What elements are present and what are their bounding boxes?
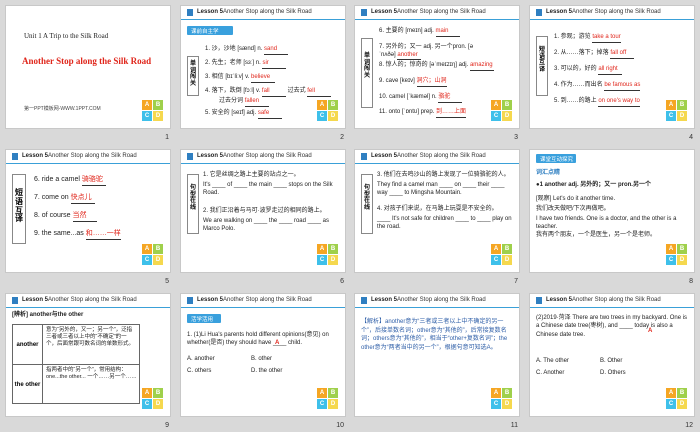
slide-number: 11 (510, 422, 518, 429)
slide-9: Lesson 5 Another Stop along the Silk Road… (5, 293, 171, 417)
section-banner: 课前自主学 (187, 26, 233, 35)
slide-number: 3 (514, 134, 518, 141)
slide-2: Lesson 5 Another Stop along the Silk Road… (180, 5, 346, 129)
section-banner: 活学活用 (187, 314, 221, 323)
slide-thumb-4[interactable]: Lesson 5 Another Stop along the Silk Road… (527, 3, 697, 141)
slide-5: Lesson 5 Another Stop along the Silk Road… (5, 149, 171, 273)
slide-number: 5 (165, 278, 169, 285)
slide-thumb-9[interactable]: Lesson 5 Another Stop along the Silk Road… (3, 291, 173, 429)
slide-3: Lesson 5 Another Stop along the Silk Road… (354, 5, 520, 129)
slide-thumb-12[interactable]: Lesson 5 Another Stop along the Silk Road… (527, 291, 697, 429)
slide-8: 课堂互动探究 词汇点睛 ●1 another adj. 另外的；又一 pron.… (529, 149, 695, 273)
side-label: 句型在线 (187, 174, 199, 234)
slide-number: 8 (689, 278, 693, 285)
lesson-title: Another Stop along the Silk Road (22, 56, 152, 66)
side-label: 单词闯关 (187, 56, 199, 96)
side-label: 短语互译 (536, 36, 548, 96)
lesson-topic: Another Stop along the Silk Road (223, 9, 312, 15)
side-label: 单词闯关 (361, 38, 373, 108)
slide-thumb-5[interactable]: Lesson 5 Another Stop along the Silk Road… (3, 147, 173, 285)
slide-grid: Unit 1 A Trip to the Silk Road Another S… (3, 3, 697, 429)
unit-title: Unit 1 A Trip to the Silk Road (24, 32, 109, 40)
slide-thumb-7[interactable]: Lesson 5 Another Stop along the Silk Road… (352, 147, 522, 285)
slide-7: Lesson 5 Another Stop along the Silk Road… (354, 149, 520, 273)
side-label: 短语互译 (12, 174, 26, 244)
slide-number: 4 (689, 134, 693, 141)
slide-thumb-2[interactable]: Lesson 5 Another Stop along the Silk Road… (178, 3, 348, 141)
slide-1: Unit 1 A Trip to the Silk Road Another S… (5, 5, 171, 129)
slide-6: Lesson 5 Another Stop along the Silk Road… (180, 149, 346, 273)
slide-11: Lesson 5 Another Stop along the Silk Road… (354, 293, 520, 417)
slide-number: 6 (340, 278, 344, 285)
side-label: 句型在线 (361, 174, 373, 234)
slide-thumb-1[interactable]: Unit 1 A Trip to the Silk Road Another S… (3, 3, 173, 141)
slide-number: 9 (165, 422, 169, 429)
slide-10: Lesson 5 Another Stop along the Silk Road… (180, 293, 346, 417)
compare-table: another 意为“另外的，又一；另一个”，泛指三者或三者以上中的“不确定”的… (12, 324, 140, 404)
slide-number: 12 (685, 422, 693, 429)
slide-thumb-6[interactable]: Lesson 5 Another Stop along the Silk Road… (178, 147, 348, 285)
slide-number: 2 (340, 134, 344, 141)
slide-4: Lesson 5 Another Stop along the Silk Road… (529, 5, 695, 129)
slide-number: 7 (514, 278, 518, 285)
slide-number: 1 (165, 134, 169, 141)
slide-thumb-10[interactable]: Lesson 5 Another Stop along the Silk Road… (178, 291, 348, 429)
abcd-blocks: ABCD (142, 100, 164, 122)
lesson-label: Lesson 5 (197, 9, 224, 15)
footer-text: 第一PPT模板网-WWW.1PPT.COM (24, 106, 101, 112)
section-banner: 课堂互动探究 (536, 154, 576, 163)
slide-number: 10 (336, 422, 344, 429)
slide-thumb-11[interactable]: Lesson 5 Another Stop along the Silk Road… (352, 291, 522, 429)
slide-thumb-8[interactable]: 课堂互动探究 词汇点睛 ●1 another adj. 另外的；又一 pron.… (527, 147, 697, 285)
slide-thumb-3[interactable]: Lesson 5 Another Stop along the Silk Road… (352, 3, 522, 141)
slide-12: Lesson 5 Another Stop along the Silk Road… (529, 293, 695, 417)
